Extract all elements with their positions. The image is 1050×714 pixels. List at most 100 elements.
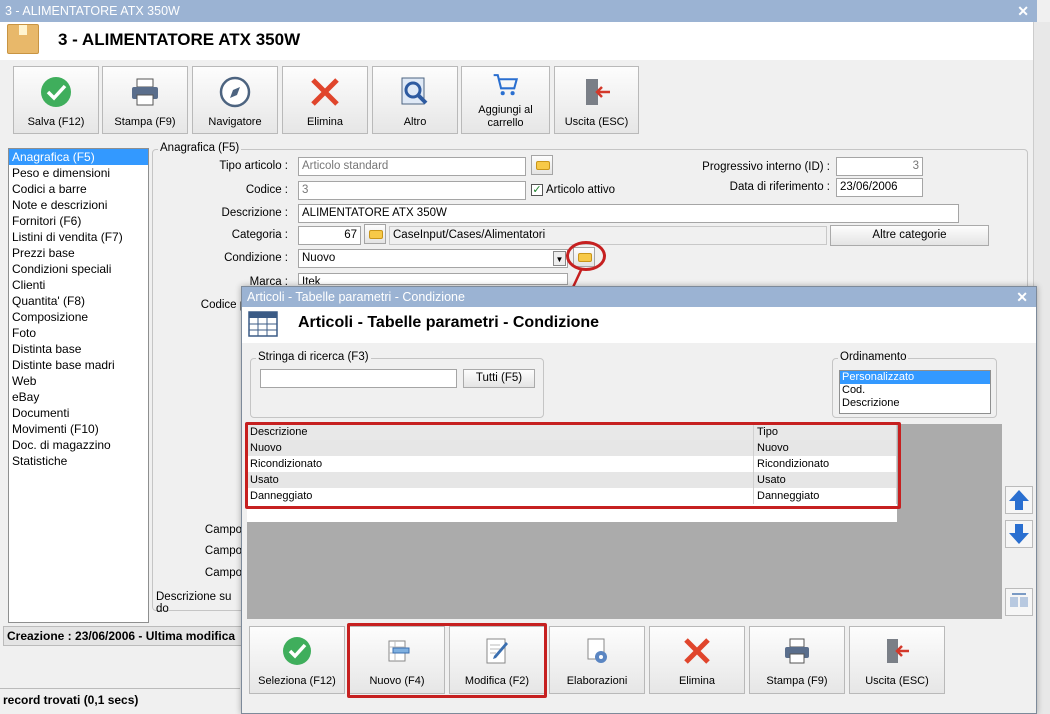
section-item[interactable]: Distinte base madri (9, 357, 148, 373)
gear-document-icon (587, 638, 607, 663)
section-item[interactable]: Fornitori (F6) (9, 213, 148, 229)
section-item[interactable]: Anagrafica (F5) (9, 149, 148, 165)
section-item[interactable]: Doc. di magazzino (9, 437, 148, 453)
categoria-id-field[interactable]: 67 (298, 226, 361, 245)
check-icon (41, 77, 71, 107)
save-button[interactable]: Salva (F12) (13, 66, 99, 134)
tutti-button[interactable]: Tutti (F5) (463, 369, 535, 388)
order-option[interactable]: Cod. (840, 384, 990, 397)
progressivo-field: 3 (836, 157, 923, 176)
dialog-close-icon[interactable]: ✕ (1016, 287, 1028, 307)
print-label: Stampa (F9) (114, 116, 176, 128)
save-label: Salva (F12) (27, 116, 85, 128)
package-icon (7, 24, 39, 54)
section-item[interactable]: Composizione (9, 309, 148, 325)
section-item[interactable]: Peso e dimensioni (9, 165, 148, 181)
main-titlebar: 3 - ALIMENTATORE ATX 350W ✕ (0, 0, 1037, 22)
creation-status: Creazione : 23/06/2006 - Ultima modifica (3, 626, 243, 646)
add-to-cart-label: Aggiungi al carrello (478, 104, 533, 129)
tipo-field[interactable]: Articolo standard (298, 157, 526, 176)
section-list[interactable]: Anagrafica (F5) Peso e dimensioni Codici… (8, 148, 149, 623)
data-riferimento-label: Data di riferimento : (729, 181, 830, 193)
section-item[interactable]: Distinta base (9, 341, 148, 357)
select-label: Seleziona (F12) (258, 675, 336, 687)
section-item[interactable]: Statistiche (9, 453, 148, 469)
results-grid[interactable]: Descrizione Tipo Nuovo Nuovo Ricondizion… (245, 422, 1002, 619)
add-to-cart-button[interactable]: Aggiungi al carrello (461, 66, 550, 134)
dialog-exit-button[interactable]: Uscita (ESC) (849, 626, 945, 694)
tipo-lookup-button[interactable] (531, 155, 553, 175)
delete-label: Elimina (306, 116, 344, 128)
chevron-down-icon[interactable]: ▼ (553, 251, 566, 266)
delete-button[interactable]: Elimina (282, 66, 368, 134)
anagrafica-group-title: Anagrafica (F5) (158, 142, 242, 154)
dialog-titlebar: Articoli - Tabelle parametri - Condizion… (242, 287, 1036, 307)
refresh-order-button[interactable] (1005, 588, 1033, 616)
order-list[interactable]: Personalizzato Cod. Descrizione (839, 370, 991, 414)
section-item[interactable]: eBay (9, 389, 148, 405)
select-button[interactable]: Seleziona (F12) (249, 626, 345, 694)
section-item[interactable]: Condizioni speciali (9, 261, 148, 277)
arrow-up-icon (1009, 490, 1029, 510)
exit-door-icon (887, 639, 909, 663)
elaborazioni-button[interactable]: Elaborazioni (549, 626, 645, 694)
order-option[interactable]: Descrizione (840, 397, 990, 410)
delete-x-icon (311, 78, 339, 106)
condizione-label: Condizione : (224, 252, 288, 264)
other-label: Altro (403, 116, 427, 128)
section-item[interactable]: Codici a barre (9, 181, 148, 197)
section-item[interactable]: Clienti (9, 277, 148, 293)
section-item[interactable]: Foto (9, 325, 148, 341)
condizione-select[interactable]: Nuovo ▼ (298, 249, 568, 268)
other-button[interactable]: Altro (372, 66, 458, 134)
descrizione-label: Descrizione : (221, 207, 288, 219)
dialog-print-label: Stampa (F9) (766, 675, 828, 687)
exit-button[interactable]: Uscita (ESC) (554, 66, 639, 134)
exit-label: Uscita (ESC) (564, 116, 629, 128)
data-riferimento-field[interactable]: 23/06/2006 (836, 178, 923, 197)
dialog-delete-button[interactable]: Elimina (649, 626, 745, 694)
navigator-label: Navigatore (208, 116, 262, 128)
cart-icon (493, 74, 518, 96)
marca-select[interactable]: Itek (298, 273, 568, 285)
order-option[interactable]: Personalizzato (840, 371, 990, 384)
print-button[interactable]: Stampa (F9) (102, 66, 188, 134)
buttons-highlight-box (347, 623, 547, 698)
dialog-header-title: Articoli - Tabelle parametri - Condizion… (298, 314, 600, 331)
main-close-icon[interactable]: ✕ (1017, 0, 1029, 22)
search-group-title: Stringa di ricerca (F3) (256, 351, 371, 363)
categoria-path: CaseInput/Cases/Alimentatori (389, 226, 827, 245)
move-up-button[interactable] (1005, 486, 1033, 514)
table-icon (248, 311, 278, 337)
search-input[interactable] (260, 369, 457, 388)
delete-x-icon (684, 638, 710, 664)
reorder-icon (1010, 593, 1028, 607)
records-status: record trovati (0,1 secs) (0, 688, 240, 710)
section-item[interactable]: Note e descrizioni (9, 197, 148, 213)
descrizione-su-doc-label: Descrizione su do (156, 591, 232, 615)
main-header: 3 - ALIMENTATORE ATX 350W (0, 22, 1033, 60)
codice-pr-label: Codice pr (200, 299, 250, 311)
folder-icon (369, 230, 383, 239)
order-group-title: Ordinamento (838, 351, 909, 363)
codice-field[interactable]: 3 (298, 181, 526, 200)
altre-categorie-button[interactable]: Altre categorie (830, 225, 989, 246)
dialog-window-title: Articoli - Tabelle parametri - Condizion… (247, 290, 465, 304)
section-item[interactable]: Web (9, 373, 148, 389)
campo-label-2: Campo (204, 545, 242, 557)
grid-highlight-box (245, 422, 901, 509)
categoria-lookup-button[interactable] (364, 224, 386, 244)
move-down-button[interactable] (1005, 520, 1033, 548)
folder-icon (536, 161, 550, 170)
printer-icon (132, 78, 158, 106)
articolo-attivo-checkbox[interactable]: ✓ (531, 184, 543, 196)
section-item[interactable]: Prezzi base (9, 245, 148, 261)
navigator-button[interactable]: Navigatore (192, 66, 278, 134)
section-item[interactable]: Listini di vendita (F7) (9, 229, 148, 245)
dialog-print-button[interactable]: Stampa (F9) (749, 626, 845, 694)
magnifier-icon (401, 77, 428, 105)
section-item[interactable]: Quantita' (F8) (9, 293, 148, 309)
section-item[interactable]: Documenti (9, 405, 148, 421)
section-item[interactable]: Movimenti (F10) (9, 421, 148, 437)
descrizione-field[interactable]: ALIMENTATORE ATX 350W (298, 204, 959, 223)
